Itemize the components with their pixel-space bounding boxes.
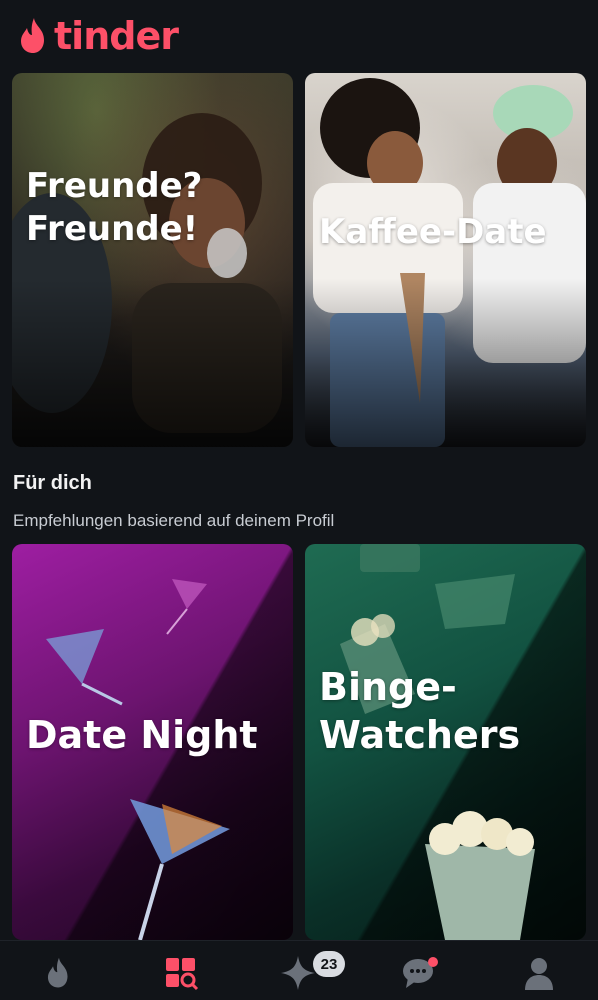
app-header: tinder [0, 0, 598, 72]
section-title: Für dich [13, 472, 92, 494]
card-title: Kaffee-Date [319, 212, 547, 252]
brand-name: tinder [54, 14, 179, 58]
sparkle-icon [281, 956, 315, 990]
profile-icon [525, 958, 553, 990]
top-picks-count-badge: 23 [313, 951, 345, 977]
card-title: Date Night [26, 713, 258, 757]
card-binge-watchers[interactable]: Binge- Watchers [305, 544, 586, 940]
card-title: Binge- Watchers [319, 665, 521, 757]
card-shade [305, 73, 586, 447]
card-freunde[interactable]: Freunde? Freunde! [12, 73, 293, 447]
card-kaffee-date[interactable]: Kaffee-Date [305, 73, 586, 447]
section-subtitle: Empfehlungen basierend auf deinem Profil [13, 511, 335, 530]
tab-profile[interactable] [519, 953, 559, 993]
card-shade [12, 73, 293, 447]
tab-explore[interactable] [161, 953, 201, 993]
tab-top-picks[interactable] [278, 953, 318, 993]
bottom-tab-bar [0, 940, 598, 1000]
flame-icon [47, 957, 68, 988]
tinder-logo[interactable]: tinder [16, 14, 179, 58]
flame-logo-icon [21, 18, 44, 53]
card-date-night[interactable]: Date Night [12, 544, 293, 940]
messages-notification-dot [428, 957, 438, 967]
tab-discover[interactable] [39, 953, 79, 993]
explore-icon [166, 958, 199, 991]
card-title: Freunde? Freunde! [26, 166, 203, 249]
